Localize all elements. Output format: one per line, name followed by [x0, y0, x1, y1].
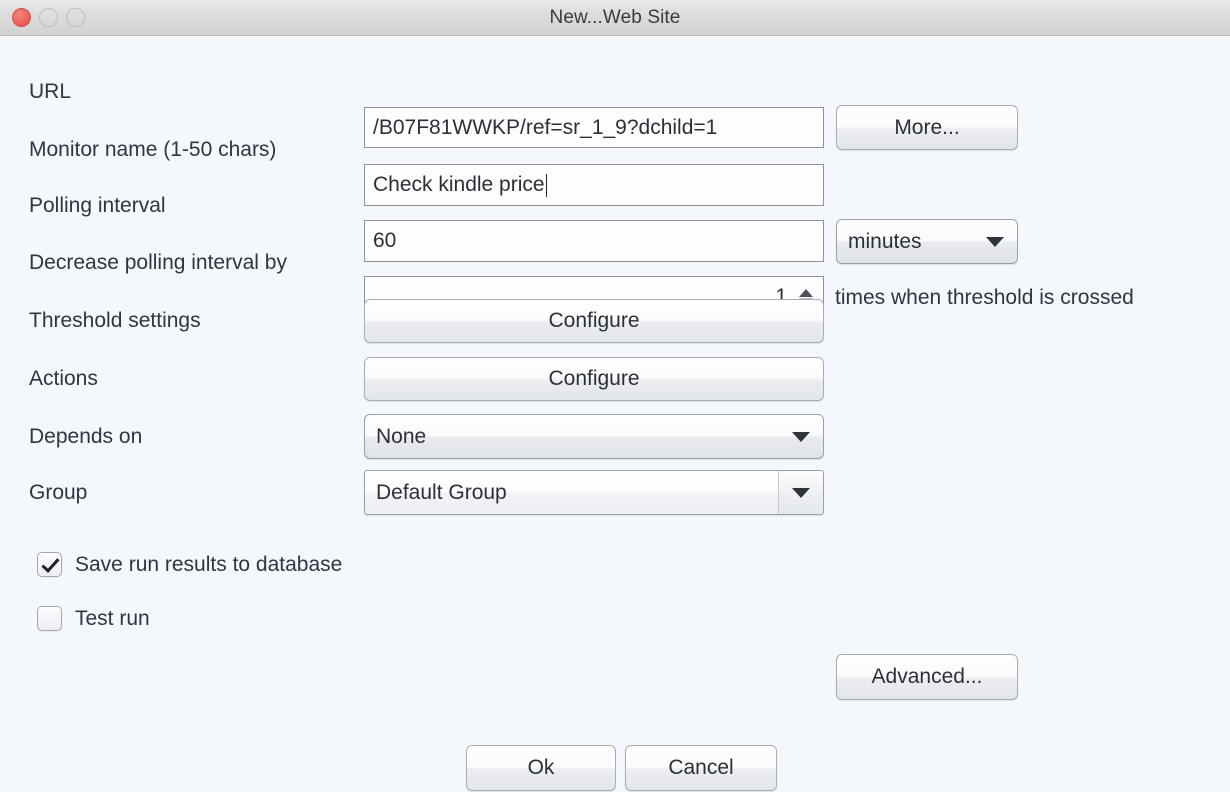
- threshold-settings-label: Threshold settings: [29, 309, 201, 333]
- actions-configure-label: Configure: [548, 367, 639, 391]
- test-run-label: Test run: [75, 607, 150, 631]
- depends-on-value: None: [376, 425, 426, 449]
- advanced-button-label: Advanced...: [872, 665, 983, 689]
- url-label: URL: [29, 80, 71, 104]
- test-run-checkbox-row[interactable]: Test run: [37, 606, 150, 631]
- cancel-button-label: Cancel: [668, 756, 733, 780]
- ok-button[interactable]: Ok: [466, 745, 616, 791]
- save-run-results-checkbox[interactable]: [37, 552, 62, 577]
- window-controls: [12, 0, 85, 35]
- advanced-button[interactable]: Advanced...: [836, 654, 1018, 700]
- depends-on-dropdown[interactable]: None: [364, 414, 824, 459]
- window-title: New...Web Site: [0, 7, 1230, 29]
- dialog-content: URL /B07F81WWKP/ref=sr_1_9?dchild=1 More…: [0, 36, 1230, 792]
- decrease-polling-label: Decrease polling interval by: [29, 251, 287, 275]
- group-dropdown[interactable]: Default Group: [364, 470, 824, 515]
- group-value: Default Group: [376, 481, 507, 505]
- minimize-button-icon[interactable]: [39, 8, 58, 27]
- cancel-button[interactable]: Cancel: [625, 745, 777, 791]
- zoom-button-icon[interactable]: [66, 8, 85, 27]
- polling-interval-label: Polling interval: [29, 194, 166, 218]
- close-button-icon[interactable]: [12, 8, 31, 27]
- dialog-window: New...Web Site URL /B07F81WWKP/ref=sr_1_…: [0, 0, 1230, 792]
- save-run-results-checkbox-row[interactable]: Save run results to database: [37, 552, 342, 577]
- threshold-configure-label: Configure: [548, 309, 639, 333]
- ok-button-label: Ok: [528, 756, 555, 780]
- monitor-name-label: Monitor name (1-50 chars): [29, 138, 276, 162]
- test-run-checkbox[interactable]: [37, 606, 62, 631]
- depends-on-label: Depends on: [29, 425, 142, 449]
- chevron-down-icon: [778, 471, 823, 514]
- stepper-up-icon[interactable]: [799, 289, 813, 297]
- chevron-down-icon: [779, 415, 823, 458]
- actions-label: Actions: [29, 367, 98, 391]
- group-label: Group: [29, 481, 87, 505]
- save-run-results-label: Save run results to database: [75, 553, 342, 577]
- threshold-configure-button[interactable]: Configure: [364, 299, 824, 343]
- actions-configure-button[interactable]: Configure: [364, 357, 824, 401]
- titlebar: New...Web Site: [0, 0, 1230, 36]
